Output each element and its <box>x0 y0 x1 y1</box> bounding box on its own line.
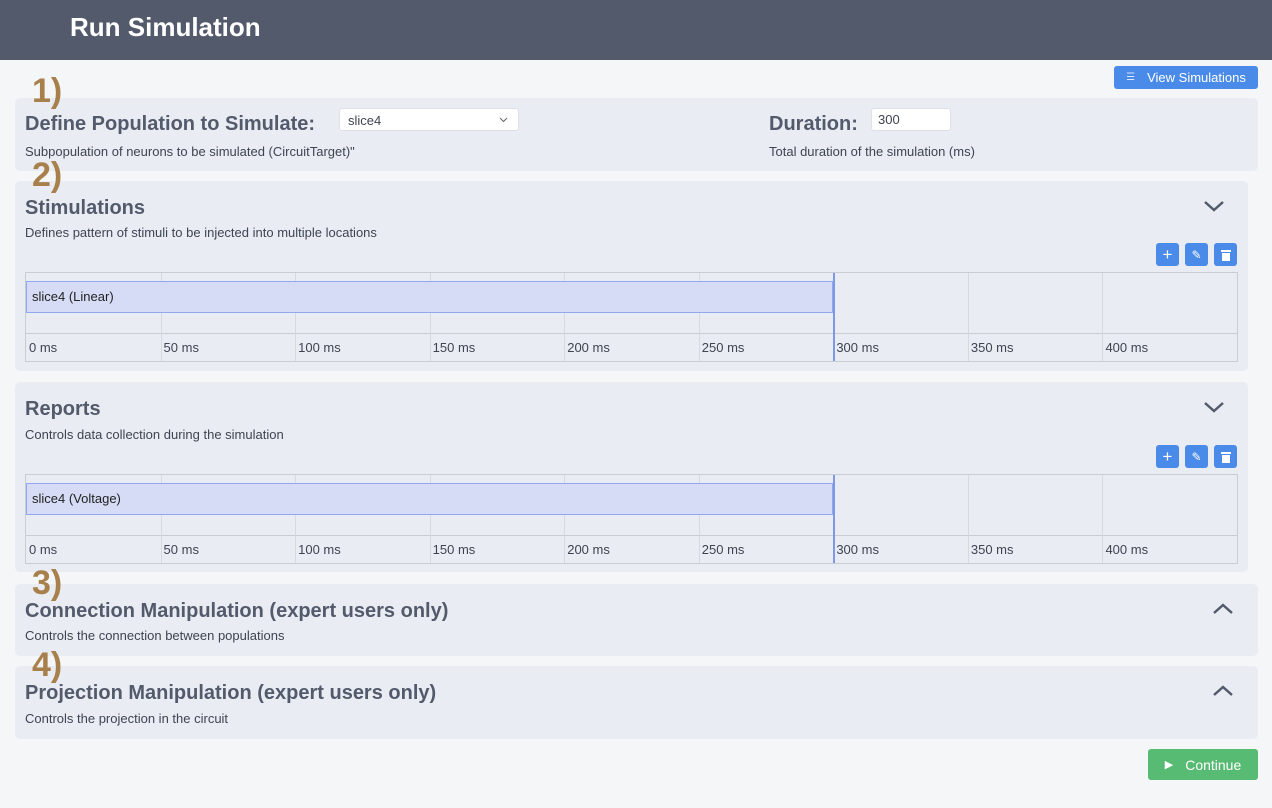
timeline-tick-label: 400 ms <box>1105 340 1149 355</box>
timeline-tick-label: 100 ms <box>298 542 341 557</box>
reports-description: Controls data collection during the simu… <box>25 427 284 442</box>
timeline-tick-label: 150 ms <box>432 542 476 557</box>
trash-icon <box>1220 249 1231 261</box>
step-3-label: 3) <box>32 564 63 602</box>
stimulations-timeline: 0 ms 50 ms 100 ms 150 ms 200 ms 250 ms 300 ms 3… <box>25 272 1238 362</box>
continue-button[interactable]: ▶ Continue <box>1148 749 1258 780</box>
trash-icon <box>1220 451 1231 463</box>
population-title: Define Population to Simulate: <box>25 113 316 135</box>
chevron-up-icon[interactable] <box>1212 602 1234 616</box>
timeline-tick-label: 50 ms <box>163 542 199 557</box>
timeline-axis <box>26 333 1237 334</box>
connection-title: Connection Manipulation (expert users on… <box>25 600 449 622</box>
population-select[interactable]: slice4 <box>339 108 519 131</box>
stimulations-description: Defines pattern of stimuli to be injecte… <box>25 225 377 240</box>
add-stimulation-button[interactable]: + <box>1156 243 1179 266</box>
duration-label: Duration: <box>769 113 858 135</box>
population-panel: Define Population to Simulate: slice4 Su… <box>15 98 1258 171</box>
duration-marker <box>833 475 836 563</box>
timeline-tick-label: 300 ms <box>836 340 879 355</box>
view-simulations-button[interactable]: ☰ View Simulations <box>1114 66 1258 89</box>
timeline-tick-label: 200 ms <box>567 340 610 355</box>
timeline-tick-label: 350 ms <box>970 340 1014 355</box>
chevron-up-icon[interactable] <box>1212 684 1234 698</box>
duration-marker <box>833 273 836 361</box>
projection-description: Controls the projection in the circuit <box>25 711 229 726</box>
plus-icon: + <box>1162 244 1173 264</box>
projection-panel: Projection Manipulation (expert users on… <box>15 666 1258 739</box>
edit-stimulation-button[interactable]: ✎ <box>1185 243 1208 266</box>
pencil-icon: ✎ <box>1191 449 1202 464</box>
population-description: Subpopulation of neurons to be simulated… <box>25 144 355 159</box>
play-icon: ▶ <box>1164 759 1174 771</box>
timeline-tick-label: 400 ms <box>1105 542 1149 557</box>
app-header: Run Simulation <box>0 0 1272 60</box>
timeline-tick-label: 250 ms <box>701 542 745 557</box>
reports-panel: Reports Controls data collection during … <box>15 382 1248 572</box>
timeline-tick-label: 0 ms <box>29 542 58 557</box>
chevron-down-icon <box>499 117 508 123</box>
connection-description: Controls the connection between populati… <box>25 628 285 643</box>
page-title: Run Simulation <box>70 12 261 42</box>
delete-stimulation-button[interactable] <box>1214 243 1237 266</box>
timeline-tick-label: 200 ms <box>567 542 610 557</box>
list-icon: ☰ <box>1126 72 1136 83</box>
timeline-tick-label: 300 ms <box>836 542 879 557</box>
chevron-down-icon[interactable] <box>1203 400 1225 414</box>
timeline-tick-label: 100 ms <box>298 340 341 355</box>
projection-title: Projection Manipulation (expert users on… <box>25 682 437 704</box>
delete-report-button[interactable] <box>1214 445 1237 468</box>
connection-panel: Connection Manipulation (expert users on… <box>15 584 1258 656</box>
pencil-icon: ✎ <box>1191 247 1202 262</box>
timeline-tick-label: 350 ms <box>970 542 1014 557</box>
timeline-tick-label: 0 ms <box>29 340 58 355</box>
timeline-axis <box>26 535 1237 536</box>
timeline-item[interactable]: slice4 (Linear) <box>26 281 834 313</box>
timeline-tick-label: 50 ms <box>163 340 199 355</box>
reports-timeline: 0 ms 50 ms 100 ms 150 ms 200 ms 250 ms 300 ms 3… <box>25 474 1238 564</box>
plus-icon: + <box>1162 446 1173 466</box>
timeline-tick-label: 150 ms <box>432 340 476 355</box>
stimulations-panel: Stimulations Defines pattern of stimuli … <box>15 181 1248 371</box>
step-2-label: 2) <box>32 156 63 194</box>
edit-report-button[interactable]: ✎ <box>1185 445 1208 468</box>
timeline-tick-label: 250 ms <box>701 340 745 355</box>
chevron-down-icon[interactable] <box>1203 199 1225 213</box>
add-report-button[interactable]: + <box>1156 445 1179 468</box>
duration-description: Total duration of the simulation (ms) <box>769 144 975 159</box>
step-4-label: 4) <box>32 646 63 684</box>
timeline-item[interactable]: slice4 (Voltage) <box>26 483 834 515</box>
reports-title: Reports <box>25 398 101 420</box>
step-1-label: 1) <box>32 72 63 110</box>
duration-input[interactable] <box>871 108 951 131</box>
stimulations-title: Stimulations <box>25 197 146 219</box>
